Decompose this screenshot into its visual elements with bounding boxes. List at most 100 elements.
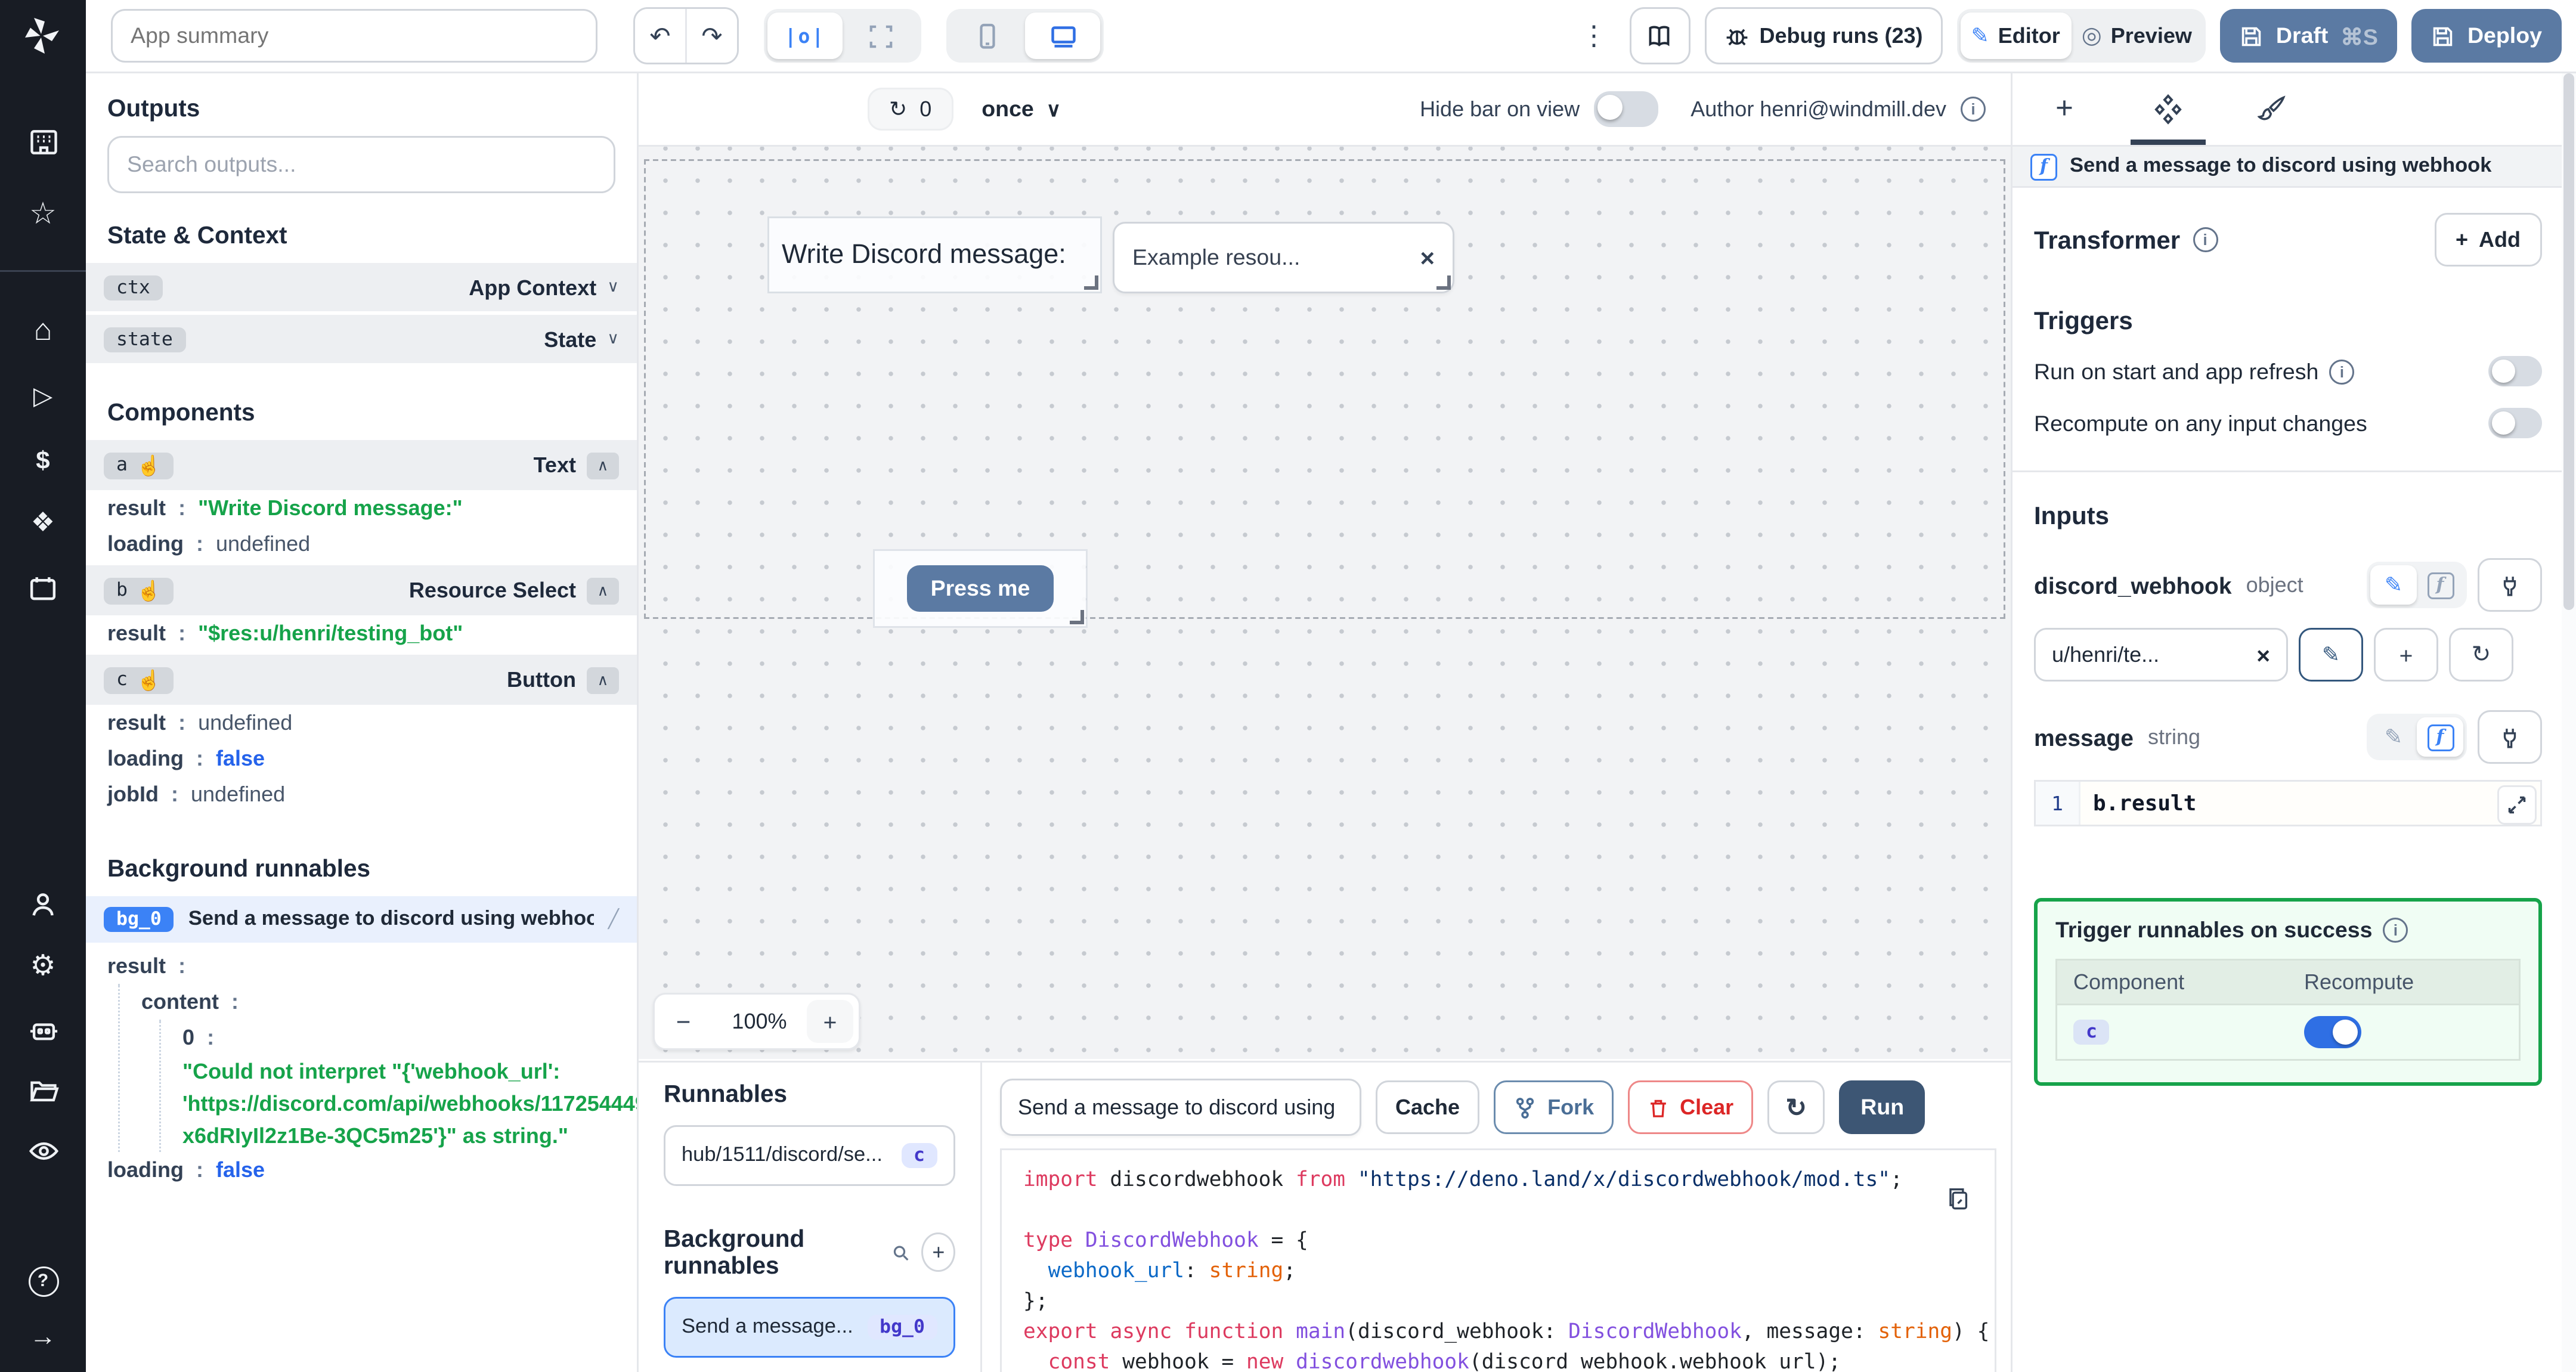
collapse-arrow-icon[interactable]: →: [0, 1322, 86, 1352]
expand-button[interactable]: [2497, 785, 2537, 825]
app-summary-input[interactable]: [111, 9, 597, 63]
more-menu-icon[interactable]: ⋮: [1574, 20, 1615, 52]
preview-label: Preview: [2110, 23, 2192, 48]
component-c-badge[interactable]: c ☝: [104, 666, 174, 693]
help-icon[interactable]: ?: [0, 1263, 86, 1297]
zoom-in-button[interactable]: +: [807, 1000, 853, 1043]
add-transformer-button[interactable]: + Add: [2433, 213, 2542, 267]
component-a-header[interactable]: a ☝ Text ∧: [86, 440, 637, 490]
component-a-badge[interactable]: a ☝: [104, 451, 174, 479]
run-on-start-toggle[interactable]: [2488, 356, 2542, 386]
component-b-header[interactable]: b ☝ Resource Select ∧: [86, 565, 637, 615]
draft-button[interactable]: Draft ⌘S: [2220, 9, 2398, 63]
press-me-button[interactable]: Press me: [907, 565, 1054, 612]
refresh-button[interactable]: ↻: [1767, 1080, 1825, 1134]
recompute-c-toggle[interactable]: [2304, 1016, 2361, 1048]
info-icon[interactable]: i: [2193, 227, 2218, 252]
runs-icon[interactable]: ▷: [0, 381, 86, 411]
add-bg-runnable-button[interactable]: +: [921, 1232, 955, 1272]
add-resource-button[interactable]: +: [2374, 628, 2438, 682]
apps-icon[interactable]: [0, 127, 86, 165]
info-icon[interactable]: i: [2383, 918, 2408, 943]
message-expression-editor[interactable]: 1 b.result: [2034, 780, 2542, 826]
canvas-resource-select[interactable]: Example resou... ×: [1113, 222, 1454, 293]
tab-styling[interactable]: [2220, 95, 2324, 123]
tab-editor[interactable]: ✎ Editor: [1960, 13, 2071, 59]
close-icon[interactable]: ×: [2256, 642, 2270, 668]
chevron-down-icon[interactable]: ∨: [607, 277, 619, 297]
state-row[interactable]: state State ∨: [86, 315, 637, 363]
chevron-up-icon[interactable]: ∧: [587, 451, 619, 479]
docs-button[interactable]: [1628, 7, 1690, 64]
component-b-badge[interactable]: b ☝: [104, 577, 174, 604]
center-align-button[interactable]: |o|: [767, 13, 843, 59]
static-mode-button[interactable]: ✎: [2370, 717, 2417, 757]
zoom-out-button[interactable]: −: [655, 1007, 712, 1036]
desktop-view-button[interactable]: [1025, 13, 1100, 59]
tab-insert[interactable]: +: [2012, 91, 2116, 127]
resource-input[interactable]: u/henri/te... ×: [2034, 628, 2288, 682]
redo-button[interactable]: ↷: [685, 9, 737, 63]
windmill-logo[interactable]: [21, 14, 64, 63]
bg0-row[interactable]: bg_0 Send a message to discord using web…: [86, 896, 637, 943]
resize-handle[interactable]: [1070, 610, 1084, 624]
refresh-count-button[interactable]: ↻ 0: [868, 88, 953, 131]
runnable-item[interactable]: hub/1511/discord/se... c: [664, 1125, 955, 1186]
settings-gear-icon[interactable]: ⚙: [0, 952, 86, 982]
run-mode-dropdown[interactable]: once ∨: [982, 97, 1061, 122]
run-button[interactable]: Run: [1839, 1080, 1926, 1134]
cache-button[interactable]: Cache: [1376, 1080, 1480, 1134]
user-icon[interactable]: [0, 891, 86, 927]
fork-button[interactable]: Fork: [1494, 1080, 1614, 1134]
chevron-up-icon[interactable]: ∧: [587, 577, 619, 604]
tab-preview[interactable]: ◎ Preview: [2071, 13, 2203, 59]
home-icon[interactable]: ⌂: [0, 315, 86, 345]
component-c-header[interactable]: c ☝ Button ∧: [86, 655, 637, 705]
app-grid-container[interactable]: Write Discord message: Example resou... …: [644, 159, 2005, 626]
eval-mode-button[interactable]: f: [2417, 717, 2463, 757]
undo-button[interactable]: ↶: [635, 9, 685, 63]
ctx-row[interactable]: ctx App Context ∨: [86, 263, 637, 311]
scrollbar-thumb[interactable]: [2563, 73, 2574, 610]
info-icon[interactable]: i: [2329, 358, 2355, 384]
resize-handle[interactable]: [1084, 275, 1098, 290]
component-c-badge[interactable]: c: [2073, 1020, 2110, 1045]
resize-handle[interactable]: [1436, 275, 1451, 290]
app-canvas[interactable]: Write Discord message: Example resou... …: [639, 147, 2011, 1059]
connect-button[interactable]: [2478, 558, 2542, 612]
recompute-toggle[interactable]: [2488, 408, 2542, 438]
edit-resource-button[interactable]: ✎: [2299, 628, 2363, 682]
chevron-up-icon[interactable]: ∧: [587, 666, 619, 693]
runnable-item-selected[interactable]: Send a message... bg_0: [664, 1297, 955, 1358]
copy-icon[interactable]: [1946, 1186, 1970, 1216]
variables-icon[interactable]: $: [0, 445, 86, 476]
resources-icon[interactable]: ❖: [0, 508, 86, 538]
canvas-text-component[interactable]: Write Discord message:: [769, 218, 1100, 292]
folders-icon[interactable]: [0, 1075, 86, 1113]
favorites-star-icon[interactable]: ☆: [0, 199, 86, 229]
chevron-down-icon[interactable]: ∨: [607, 329, 619, 349]
hide-bar-label: Hide bar on view: [1420, 97, 1580, 122]
workers-robot-icon[interactable]: [0, 1016, 86, 1054]
deploy-button[interactable]: Deploy: [2411, 9, 2562, 63]
debug-runs-button[interactable]: Debug runs (23): [1704, 7, 1943, 64]
scrollbar[interactable]: [2562, 73, 2576, 1372]
clear-button[interactable]: Clear: [1628, 1080, 1754, 1134]
canvas-button-wrapper[interactable]: Press me: [875, 551, 1086, 626]
runnable-name-input[interactable]: [1000, 1079, 1361, 1136]
hide-bar-toggle[interactable]: [1594, 91, 1659, 127]
code-editor[interactable]: import discordwebhook from "https://deno…: [1000, 1148, 1996, 1372]
mobile-view-button[interactable]: [950, 13, 1025, 59]
connect-button[interactable]: [2478, 710, 2542, 764]
refresh-resource-button[interactable]: ↻: [2449, 628, 2513, 682]
eval-mode-button[interactable]: f: [2417, 565, 2463, 605]
search-outputs-input[interactable]: Search outputs...: [107, 136, 615, 193]
close-icon[interactable]: ×: [1420, 243, 1435, 272]
fullscreen-button[interactable]: [843, 13, 918, 59]
schedules-icon[interactable]: [0, 574, 86, 610]
audit-eye-icon[interactable]: [0, 1136, 86, 1173]
info-icon[interactable]: i: [1961, 97, 1986, 122]
edit-slash-icon[interactable]: ╱: [608, 910, 619, 930]
tab-settings[interactable]: [2116, 93, 2220, 125]
static-mode-button[interactable]: ✎: [2370, 565, 2417, 605]
